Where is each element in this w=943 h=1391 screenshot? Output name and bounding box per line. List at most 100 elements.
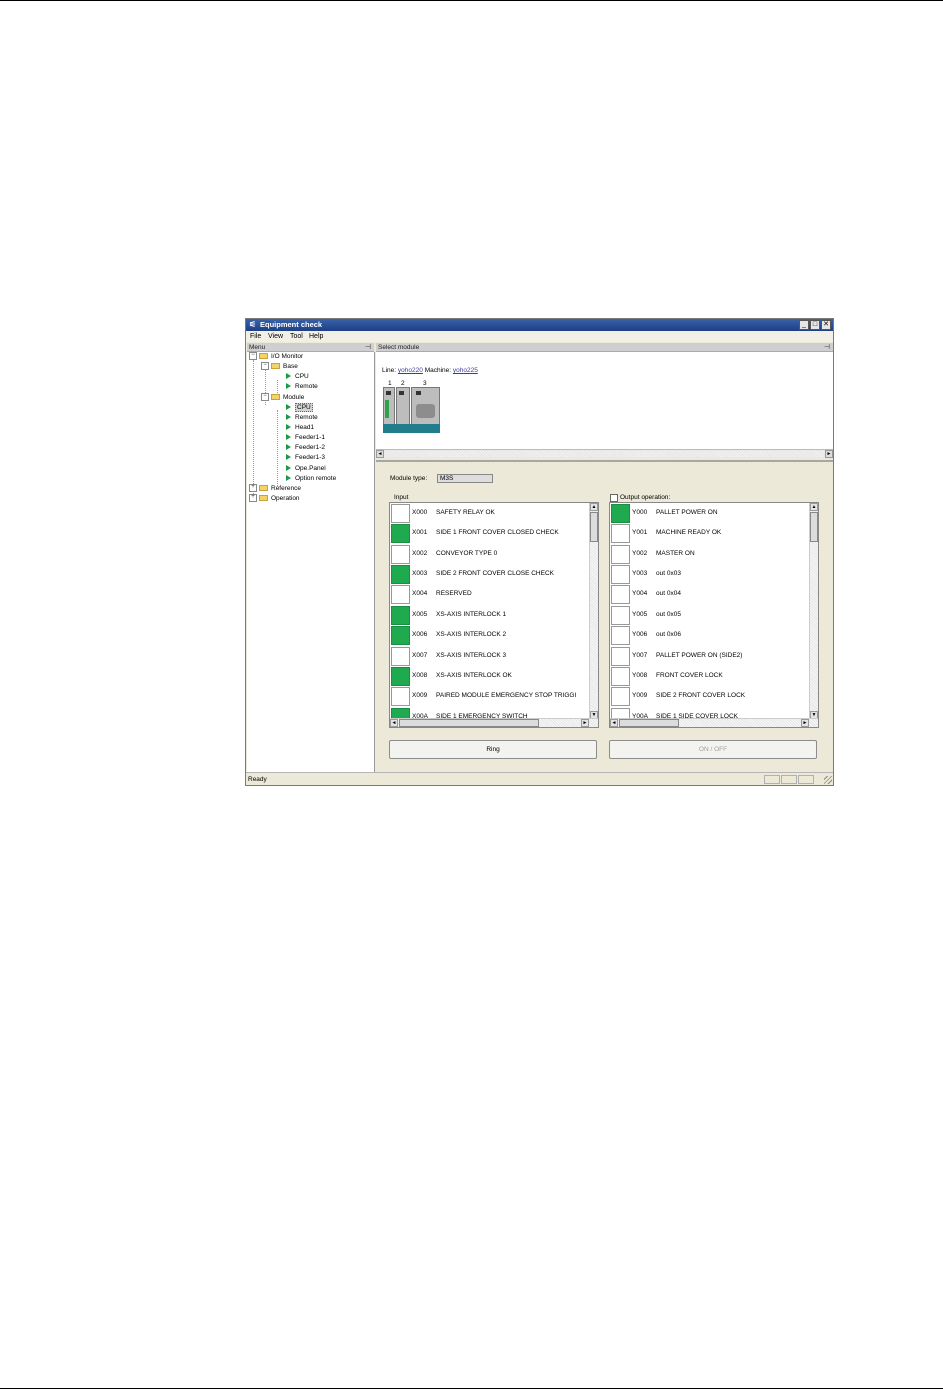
module-slot-3[interactable] (411, 387, 440, 425)
tree-node-operation[interactable]: + Operation (249, 494, 300, 504)
rack-base (383, 424, 440, 433)
app-icon: ⚟ (249, 320, 257, 329)
input-vertical-scrollbar[interactable]: ▲ ▼ (589, 503, 598, 719)
output-row[interactable]: Y004 out 0x04 (611, 585, 807, 605)
input-row: X001 SIDE 1 FRONT COVER CLOSED CHECK (391, 524, 587, 544)
play-arrow-icon (286, 404, 291, 411)
output-indicator[interactable] (611, 565, 630, 584)
input-indicator (391, 504, 410, 523)
output-operation-checkbox[interactable] (610, 494, 618, 502)
scroll-left-arrow-icon[interactable]: ◄ (390, 719, 398, 727)
menu-help[interactable]: Help (309, 331, 323, 342)
input-row: X008 XS-AXIS INTERLOCK OK (391, 667, 587, 687)
scroll-thumb[interactable] (810, 512, 818, 542)
input-horizontal-scrollbar[interactable]: ◄ ► (390, 718, 598, 727)
tree-node-base-remote[interactable]: Remote (286, 382, 318, 392)
input-indicator (391, 565, 410, 584)
output-indicator[interactable] (611, 626, 630, 645)
title-bar[interactable]: ⚟ Equipment check _ □ ✕ (246, 319, 833, 331)
scroll-right-arrow-icon[interactable]: ► (825, 450, 833, 458)
tree-node-feeder1-3[interactable]: Feeder1-3 (286, 453, 325, 463)
tree-node-base[interactable]: − Base (261, 362, 298, 372)
equipment-check-window: ⚟ Equipment check _ □ ✕ File View Tool H… (245, 318, 834, 786)
tree-node-head1[interactable]: Head1 (286, 423, 314, 433)
module-horizontal-scrollbar[interactable]: ◄ ► (376, 449, 833, 458)
pin-icon[interactable]: ⊣ (365, 343, 371, 352)
output-indicator[interactable] (611, 606, 630, 625)
input-indicator (391, 647, 410, 666)
line-machine-info: Line: yoho220 Machine: yoho225 (382, 367, 478, 374)
select-module-pane: Line: yoho220 Machine: yoho225 1 2 3 ◄ ► (376, 352, 833, 458)
module-slot-2[interactable] (396, 387, 410, 425)
scroll-thumb[interactable] (590, 512, 598, 542)
output-row[interactable]: Y002 MASTER ON (611, 545, 807, 565)
machine-link[interactable]: yoho225 (453, 367, 478, 374)
pin-icon[interactable]: ⊣ (824, 343, 830, 352)
output-row[interactable]: Y009 SIDE 2 FRONT COVER LOCK (611, 687, 807, 707)
input-row: X009 PAIRED MODULE EMERGENCY STOP TRIGGI (391, 687, 587, 707)
scroll-thumb[interactable] (399, 719, 539, 727)
output-indicator[interactable] (611, 524, 630, 543)
tree-node-feeder1-2[interactable]: Feeder1-2 (286, 443, 325, 453)
menu-view[interactable]: View (268, 331, 283, 342)
output-indicator[interactable] (611, 504, 630, 523)
scroll-left-arrow-icon[interactable]: ◄ (610, 719, 618, 727)
output-indicator[interactable] (611, 585, 630, 604)
output-row[interactable]: Y001 MACHINE READY OK (611, 524, 807, 544)
input-indicator (391, 667, 410, 686)
tree-node-io-monitor[interactable]: − I/O Monitor (249, 352, 303, 362)
slot-number: 3 (423, 380, 427, 387)
menu-pane-title: Menu (249, 344, 266, 351)
output-operation-label: Output operation: (620, 494, 671, 501)
window-controls: _ □ ✕ (799, 320, 831, 330)
scroll-up-arrow-icon[interactable]: ▲ (590, 503, 598, 511)
minimize-button[interactable]: _ (799, 320, 809, 330)
maximize-button[interactable]: □ (810, 320, 820, 330)
output-row[interactable]: Y008 FRONT COVER LOCK (611, 667, 807, 687)
tree-node-feeder1-1[interactable]: Feeder1-1 (286, 433, 325, 443)
output-vertical-scrollbar[interactable]: ▲ ▼ (809, 503, 818, 719)
close-button[interactable]: ✕ (821, 320, 831, 330)
output-indicator[interactable] (611, 667, 630, 686)
input-indicator (391, 585, 410, 604)
scroll-right-arrow-icon[interactable]: ► (581, 719, 589, 727)
output-row[interactable]: Y005 out 0x05 (611, 606, 807, 626)
input-indicator (391, 687, 410, 706)
tree-node-option-remote[interactable]: Option remote (286, 474, 336, 484)
play-arrow-icon (286, 444, 291, 451)
tree-node-module[interactable]: − Module (261, 393, 304, 403)
tree-node-module-remote[interactable]: Remote (286, 413, 318, 423)
select-module-header: Select module ⊣ (376, 343, 833, 352)
output-list: Y000 PALLET POWER ON Y001 MACHINE READY OK… (609, 502, 819, 728)
line-link[interactable]: yoho220 (398, 367, 423, 374)
module-rack (383, 387, 440, 433)
scroll-thumb[interactable] (619, 719, 679, 727)
output-row[interactable]: Y006 out 0x06 (611, 626, 807, 646)
scroll-right-arrow-icon[interactable]: ► (801, 719, 809, 727)
folder-icon (259, 485, 268, 492)
output-horizontal-scrollbar[interactable]: ◄ ► (610, 718, 818, 727)
output-indicator[interactable] (611, 545, 630, 564)
menu-tool[interactable]: Tool (290, 331, 303, 342)
tree-node-base-cpu[interactable]: CPU (286, 372, 309, 382)
scroll-left-arrow-icon[interactable]: ◄ (376, 450, 384, 458)
output-indicator[interactable] (611, 647, 630, 666)
module-slot-1[interactable] (383, 387, 395, 425)
input-row: X005 XS-AXIS INTERLOCK 1 (391, 606, 587, 626)
tree-node-ope-panel[interactable]: Ope.Panel (286, 464, 326, 474)
resize-grip-icon[interactable] (824, 776, 832, 784)
tree-node-reference[interactable]: + Reference (249, 484, 301, 494)
output-row[interactable]: Y003 out 0x03 (611, 565, 807, 585)
output-row[interactable]: Y007 PALLET POWER ON (SIDE2) (611, 647, 807, 667)
output-indicator[interactable] (611, 687, 630, 706)
folder-icon (259, 495, 268, 502)
output-row[interactable]: Y000 PALLET POWER ON (611, 504, 807, 524)
menu-file[interactable]: File (250, 331, 261, 342)
ring-button[interactable]: Ring (389, 740, 597, 759)
play-arrow-icon (286, 414, 291, 421)
scroll-up-arrow-icon[interactable]: ▲ (810, 503, 818, 511)
tree-node-module-cpu[interactable]: CPU (286, 403, 313, 413)
input-row: X007 XS-AXIS INTERLOCK 3 (391, 647, 587, 667)
module-type-label: Module type: (390, 475, 428, 482)
on-off-button[interactable]: ON / OFF (609, 740, 817, 759)
